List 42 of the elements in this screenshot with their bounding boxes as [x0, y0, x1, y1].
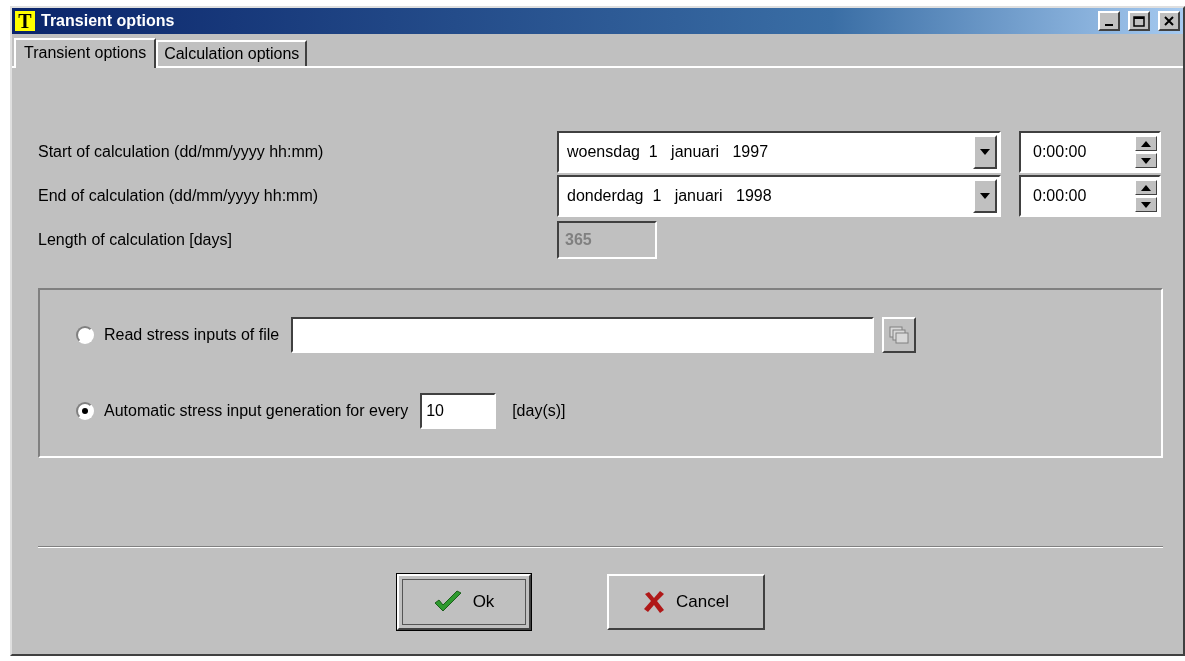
maximize-button[interactable]: [1128, 11, 1150, 31]
spin-down-button[interactable]: [1135, 197, 1157, 212]
caret-down-icon: [1141, 201, 1151, 208]
radio-button[interactable]: [76, 402, 94, 420]
dropdown-button[interactable]: [973, 135, 997, 169]
spin-up-button[interactable]: [1135, 180, 1157, 195]
caret-icon: [980, 193, 990, 199]
option-label: Read stress inputs of file: [104, 326, 280, 344]
field-label: End of calculation (dd/mm/yyyy hh:mm): [38, 187, 320, 205]
file-path-field[interactable]: [291, 317, 875, 353]
spin-down-button[interactable]: [1135, 153, 1157, 168]
field-label: Length of calculation [days]: [38, 231, 233, 249]
close-button[interactable]: [1158, 11, 1180, 31]
cancel-button[interactable]: Cancel: [606, 574, 765, 630]
caret-up-icon: [1141, 140, 1151, 147]
caret-icon: [980, 149, 990, 155]
field-label: Start of calculation (dd/mm/yyyy hh:mm): [38, 143, 325, 161]
close-icon: [1164, 16, 1174, 26]
app-icon: T: [15, 11, 35, 31]
interval-field[interactable]: 10: [420, 393, 497, 429]
time-field[interactable]: 0:00:00: [1019, 175, 1161, 217]
dropdown-button[interactable]: [973, 179, 997, 213]
option-label: Automatic stress input generation for every: [104, 402, 409, 420]
caret-up-icon: [1141, 184, 1151, 191]
date-picker[interactable]: donderdag 1 januari 1998: [557, 175, 1001, 217]
tab[interactable]: Calculation options: [156, 40, 308, 66]
checkmark-icon: [432, 590, 463, 614]
folders-icon: [888, 324, 911, 346]
time-field[interactable]: 0:00:00: [1019, 131, 1161, 173]
browse-button[interactable]: [882, 317, 917, 353]
tab[interactable]: Transient options: [14, 38, 157, 68]
maximize-icon: [1133, 15, 1145, 27]
unit-label: [day(s)]: [512, 402, 566, 420]
date-picker[interactable]: woensdag 1 januari 1997: [557, 131, 1001, 173]
window-title: Transient options: [41, 12, 176, 30]
ok-button[interactable]: Ok: [396, 574, 531, 630]
radio-button[interactable]: [76, 326, 94, 344]
minimize-icon: [1105, 24, 1113, 26]
minimize-button[interactable]: [1098, 11, 1120, 31]
caret-down-icon: [1141, 157, 1151, 164]
cross-icon: [642, 590, 667, 614]
spin-up-button[interactable]: [1135, 136, 1157, 151]
